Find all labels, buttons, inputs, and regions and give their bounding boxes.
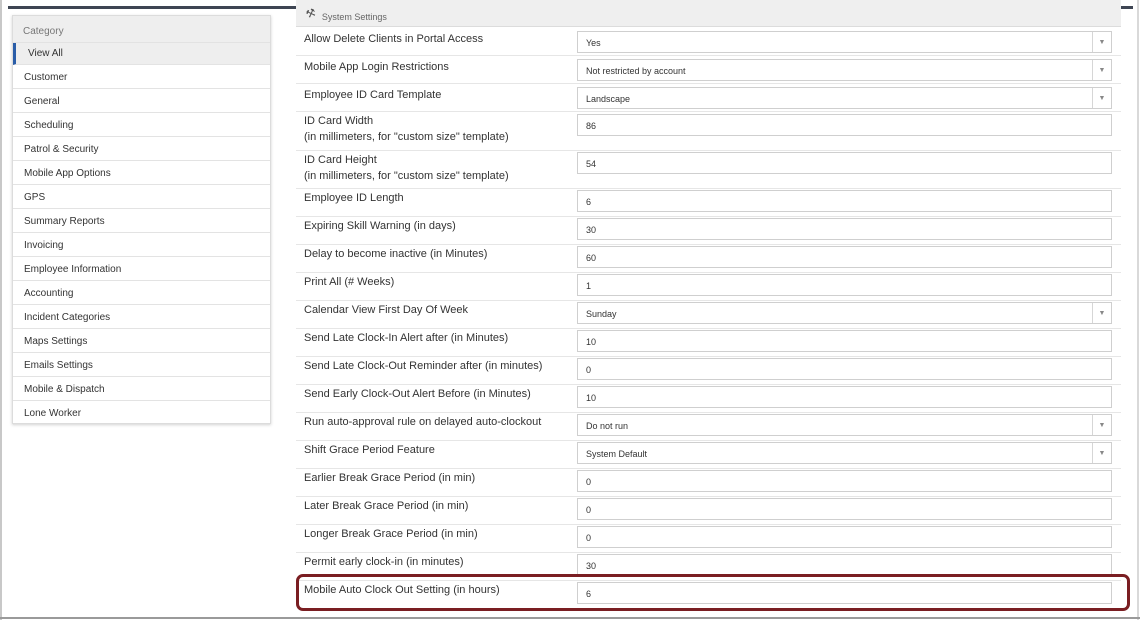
setting-row: Delay to become inactive (in Minutes) 60 [296,245,1121,273]
select-value: System Default [586,449,648,459]
setting-row: Send Early Clock-Out Alert Before (in Mi… [296,385,1121,413]
print-all-weeks-input[interactable]: 1 [577,274,1112,296]
select-value: Landscape [586,94,631,104]
setting-label-main: ID Card Height [304,154,377,166]
setting-label: Longer Break Grace Period (in min) [304,528,478,540]
early-clock-out-alert-input[interactable]: 10 [577,386,1112,408]
setting-row: Earlier Break Grace Period (in min) 0 [296,469,1121,497]
chevron-down-icon[interactable]: ▼ [1092,443,1111,463]
setting-label: Permit early clock-in (in minutes) [304,556,464,568]
chevron-down-icon[interactable]: ▼ [1092,415,1111,435]
late-clock-in-alert-input[interactable]: 10 [577,330,1112,352]
sidebar-item-patrol-security[interactable]: Patrol & Security [13,137,270,161]
sidebar-item-mobile-app-options[interactable]: Mobile App Options [13,161,270,185]
setting-row: Print All (# Weeks) 1 [296,273,1121,301]
sidebar-header: Category [13,16,270,43]
calendar-first-day-select[interactable]: Sunday ▼ [577,302,1112,324]
id-card-template-select[interactable]: Landscape ▼ [577,87,1112,109]
window-frame-left [0,0,2,620]
sidebar-item-accounting[interactable]: Accounting [13,281,270,305]
sidebar-item-emails-settings[interactable]: Emails Settings [13,353,270,377]
employee-id-length-input[interactable]: 6 [577,190,1112,212]
sidebar-item-incident-categories[interactable]: Incident Categories [13,305,270,329]
longer-break-grace-input[interactable]: 0 [577,526,1112,548]
sidebar-item-scheduling[interactable]: Scheduling [13,113,270,137]
setting-label: Expiring Skill Warning (in days) [304,220,456,232]
setting-row: Run auto-approval rule on delayed auto-c… [296,413,1121,441]
sidebar-item-summary-reports[interactable]: Summary Reports [13,209,270,233]
setting-row: Employee ID Card Template Landscape ▼ [296,84,1121,112]
select-value: Yes [586,38,601,48]
setting-label: ID Card Height (in millimeters, for "cus… [304,152,509,184]
setting-label-main: ID Card Width [304,115,374,127]
setting-row: Expiring Skill Warning (in days) 30 [296,217,1121,245]
setting-row: Allow Delete Clients in Portal Access Ye… [296,28,1121,56]
expiring-skill-warning-input[interactable]: 30 [577,218,1112,240]
chevron-down-icon[interactable]: ▼ [1092,60,1111,80]
sidebar-item-general[interactable]: General [13,89,270,113]
setting-row: Send Late Clock-Out Reminder after (in m… [296,357,1121,385]
chevron-down-icon[interactable]: ▼ [1092,88,1111,108]
system-settings-panel: ⚒ System Settings Allow Delete Clients i… [296,0,1121,620]
chevron-down-icon[interactable]: ▼ [1092,303,1111,323]
allow-delete-clients-select[interactable]: Yes ▼ [577,31,1112,53]
setting-label: Delay to become inactive (in Minutes) [304,248,488,260]
setting-label: Send Late Clock-In Alert after (in Minut… [304,332,509,344]
setting-row: Send Late Clock-In Alert after (in Minut… [296,329,1121,357]
setting-label: Allow Delete Clients in Portal Access [304,33,484,45]
sidebar-item-employee-information[interactable]: Employee Information [13,257,270,281]
highlight-annotation [296,574,1130,611]
window-frame-right [1137,0,1139,620]
select-value: Sunday [586,309,617,319]
setting-row: Later Break Grace Period (in min) 0 [296,497,1121,525]
setting-row: ID Card Width (in millimeters, for "cust… [296,112,1121,151]
select-value: Do not run [586,421,629,431]
setting-label: Shift Grace Period Feature [304,444,435,456]
wrench-icon: ⚒ [304,6,318,22]
setting-label: Calendar View First Day Of Week [304,304,469,316]
setting-label: ID Card Width (in millimeters, for "cust… [304,113,509,145]
sidebar-item-gps[interactable]: GPS [13,185,270,209]
delay-inactive-input[interactable]: 60 [577,246,1112,268]
sidebar-item-maps-settings[interactable]: Maps Settings [13,329,270,353]
panel-title: System Settings [321,11,387,22]
setting-row: Calendar View First Day Of Week Sunday ▼ [296,301,1121,329]
setting-label: Employee ID Length [304,192,404,204]
category-sidebar: Category View All Customer General Sched… [12,15,271,425]
setting-label: Print All (# Weeks) [304,276,395,288]
permit-early-clock-in-input[interactable]: 30 [577,554,1112,576]
setting-sublabel: (in millimeters, for "custom size" templ… [304,131,509,143]
later-break-grace-input[interactable]: 0 [577,498,1112,520]
setting-label: Later Break Grace Period (in min) [304,500,469,512]
setting-label: Employee ID Card Template [304,89,442,101]
chevron-down-icon[interactable]: ▼ [1092,32,1111,52]
setting-label: Send Late Clock-Out Reminder after (in m… [304,360,543,372]
id-card-height-input[interactable]: 54 [577,152,1112,174]
sidebar-item-lone-worker[interactable]: Lone Worker [13,401,270,425]
select-value: Not restricted by account [586,66,686,76]
setting-row: Employee ID Length 6 [296,189,1121,217]
setting-label: Earlier Break Grace Period (in min) [304,472,476,484]
setting-row: Longer Break Grace Period (in min) 0 [296,525,1121,553]
late-clock-out-reminder-input[interactable]: 0 [577,358,1112,380]
setting-row: Mobile App Login Restrictions Not restri… [296,56,1121,84]
sidebar-item-mobile-dispatch[interactable]: Mobile & Dispatch [13,377,270,401]
mobile-login-restrictions-select[interactable]: Not restricted by account ▼ [577,59,1112,81]
sidebar-item-customer[interactable]: Customer [13,65,270,89]
earlier-break-grace-input[interactable]: 0 [577,470,1112,492]
setting-label: Mobile App Login Restrictions [304,61,449,73]
setting-sublabel: (in millimeters, for "custom size" templ… [304,170,509,182]
setting-row: Shift Grace Period Feature System Defaul… [296,441,1121,469]
setting-label: Run auto-approval rule on delayed auto-c… [304,416,542,428]
panel-header: ⚒ System Settings [296,0,1121,27]
sidebar-item-view-all[interactable]: View All [13,43,270,65]
setting-label: Send Early Clock-Out Alert Before (in Mi… [304,388,531,400]
id-card-width-input[interactable]: 86 [577,114,1112,136]
auto-approval-rule-select[interactable]: Do not run ▼ [577,414,1112,436]
shift-grace-period-select[interactable]: System Default ▼ [577,442,1112,464]
setting-row: ID Card Height (in millimeters, for "cus… [296,151,1121,189]
sidebar-item-invoicing[interactable]: Invoicing [13,233,270,257]
